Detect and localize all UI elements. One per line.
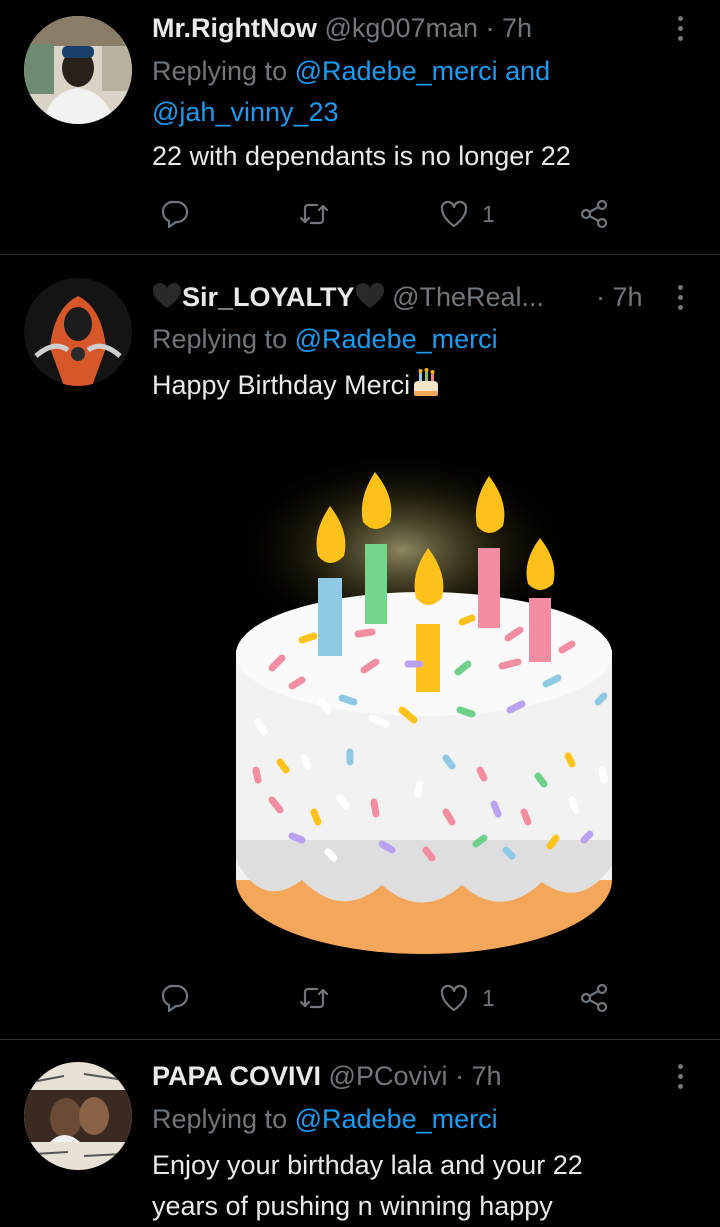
tweet-text: Happy Birthday Merci (152, 365, 672, 406)
like-count: 1 (482, 200, 495, 227)
author-name[interactable]: Mr.RightNow (152, 13, 317, 43)
author-handle[interactable]: @kg007man (325, 13, 479, 43)
large-birthday-cake-emoji (232, 440, 632, 960)
avatar-image (24, 278, 132, 386)
reply-icon (161, 200, 189, 229)
timestamp-group: · 7h (596, 279, 643, 315)
timestamp[interactable]: 7h (472, 1061, 502, 1091)
like-count: 1 (482, 984, 495, 1011)
more-icon[interactable] (668, 10, 692, 46)
like-button[interactable]: 1 (438, 980, 495, 1016)
reply-button[interactable] (158, 196, 190, 232)
separator: · (455, 1061, 464, 1091)
author-name[interactable]: Sir_LOYALTY (182, 282, 355, 312)
action-bar: 1 (152, 196, 632, 232)
share-button[interactable] (578, 980, 610, 1016)
like-button[interactable]: 1 (438, 196, 495, 232)
author-handle[interactable]: @PCovivi (329, 1061, 448, 1091)
tweet-header: PAPA COVIVI @PCovivi · 7h (152, 1058, 502, 1094)
mention-link[interactable]: @Radebe_merci (295, 324, 498, 354)
avatar[interactable] (24, 1062, 132, 1170)
black-heart-emoji (152, 283, 182, 308)
like-icon (440, 200, 468, 228)
mention-link[interactable]: @jah_vinny_23 (152, 97, 339, 127)
avatar-image (24, 1062, 132, 1170)
like-icon (440, 984, 468, 1012)
tweet-header: Mr.RightNow @kg007man · 7h (152, 10, 532, 46)
avatar[interactable] (24, 16, 132, 124)
birthday-cake-image (232, 450, 612, 954)
author-name[interactable]: PAPA COVIVI (152, 1061, 321, 1091)
author-handle[interactable]: @TheReal... (392, 282, 544, 312)
separator: · (485, 13, 495, 43)
timestamp[interactable]: 7h (502, 13, 532, 43)
reply-button[interactable] (158, 980, 190, 1016)
replying-to: Replying to @Radebe_merci (152, 319, 672, 360)
tweet-text-content: Happy Birthday Merci (152, 370, 411, 400)
tweet-text: Enjoy your birthday lala and your 22 yea… (152, 1145, 672, 1227)
tweet-text-line: years of pushing n winning happy (152, 1191, 553, 1221)
avatar[interactable] (24, 278, 132, 386)
avatar-image (24, 16, 132, 124)
action-bar: 1 (152, 980, 632, 1016)
tweet-text: 22 with dependants is no longer 22 (152, 141, 571, 171)
replying-to: Replying to @Radebe_merci and @jah_vinny… (152, 51, 672, 133)
separator: · (596, 282, 605, 312)
tweet[interactable]: Mr.RightNow @kg007man · 7h Replying to @… (0, 0, 720, 254)
share-button[interactable] (578, 196, 610, 232)
mention-and[interactable]: and (505, 56, 550, 86)
mention-link[interactable]: @Radebe_merci (295, 1104, 498, 1134)
tweet[interactable]: PAPA COVIVI @PCovivi · 7h Replying to @R… (0, 1040, 720, 1226)
retweet-button[interactable] (298, 980, 330, 1016)
replying-prefix: Replying to (152, 1104, 288, 1134)
share-icon (580, 199, 608, 229)
replying-prefix: Replying to (152, 324, 288, 354)
more-icon[interactable] (668, 279, 692, 315)
replying-to: Replying to @Radebe_merci (152, 1099, 672, 1140)
reply-icon (161, 984, 189, 1013)
timestamp[interactable]: 7h (613, 282, 643, 312)
retweet-button[interactable] (298, 196, 330, 232)
black-heart-emoji (355, 283, 384, 308)
tweet-text-line: Enjoy your birthday lala and your 22 (152, 1150, 583, 1180)
birthday-cake-emoji (414, 368, 439, 396)
retweet-icon (299, 987, 329, 1009)
tweet-header: Sir_LOYALTY @TheReal... (152, 279, 544, 315)
share-icon (580, 983, 608, 1013)
mention-link[interactable]: @Radebe_merci (295, 56, 498, 86)
replying-prefix: Replying to (152, 56, 288, 86)
more-icon[interactable] (668, 1058, 692, 1094)
retweet-icon (299, 203, 329, 225)
